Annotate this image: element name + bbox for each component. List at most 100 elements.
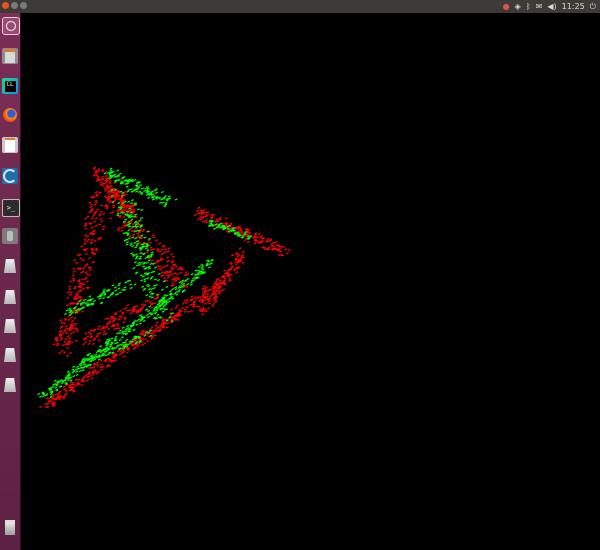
point bbox=[175, 304, 179, 307]
point bbox=[205, 289, 209, 292]
point bbox=[132, 328, 136, 332]
point bbox=[149, 248, 153, 251]
point bbox=[152, 236, 156, 239]
point bbox=[157, 278, 161, 282]
clion-icon[interactable]: CL bbox=[2, 78, 18, 94]
point bbox=[76, 367, 80, 371]
point bbox=[202, 220, 206, 223]
point bbox=[73, 296, 77, 299]
point bbox=[89, 329, 93, 332]
point bbox=[134, 246, 138, 249]
trash-icon[interactable] bbox=[2, 519, 18, 535]
point bbox=[155, 195, 159, 198]
point bbox=[39, 395, 43, 398]
point bbox=[125, 243, 129, 246]
network-icon[interactable]: ◈ bbox=[515, 1, 521, 12]
point bbox=[140, 279, 144, 282]
point bbox=[277, 249, 281, 252]
clock[interactable]: 11:25 bbox=[562, 1, 585, 12]
point bbox=[51, 385, 55, 388]
point-cloud-render[interactable] bbox=[21, 13, 600, 550]
maximize-window-icon[interactable] bbox=[20, 2, 27, 9]
point bbox=[75, 365, 79, 369]
power-icon[interactable]: ⏻ bbox=[590, 1, 596, 12]
point bbox=[104, 354, 108, 357]
text-editor-icon[interactable] bbox=[2, 137, 18, 153]
point bbox=[202, 208, 206, 212]
point bbox=[85, 280, 89, 283]
point bbox=[183, 310, 187, 313]
point bbox=[132, 347, 136, 350]
point bbox=[85, 240, 89, 243]
drive-1-icon[interactable] bbox=[2, 258, 18, 274]
point bbox=[150, 287, 154, 291]
point bbox=[122, 332, 126, 336]
point bbox=[170, 308, 174, 311]
point bbox=[126, 351, 130, 354]
point bbox=[139, 248, 143, 252]
point bbox=[101, 170, 105, 173]
point bbox=[83, 238, 87, 241]
point bbox=[109, 167, 113, 170]
close-window-icon[interactable] bbox=[2, 2, 9, 9]
point bbox=[93, 211, 97, 214]
terminal-icon[interactable]: >_ bbox=[2, 199, 20, 217]
point bbox=[102, 225, 106, 228]
point bbox=[170, 273, 174, 276]
point bbox=[287, 248, 291, 252]
point bbox=[234, 260, 238, 264]
point bbox=[138, 319, 142, 323]
point bbox=[82, 375, 86, 379]
point bbox=[78, 369, 82, 373]
point bbox=[130, 215, 134, 218]
point bbox=[74, 309, 78, 312]
point bbox=[59, 338, 63, 341]
drive-3-icon[interactable] bbox=[2, 318, 18, 334]
point bbox=[93, 220, 97, 223]
minimize-window-icon[interactable] bbox=[11, 2, 18, 9]
point bbox=[100, 220, 104, 223]
point bbox=[149, 300, 153, 304]
point bbox=[79, 257, 83, 260]
dash-home-icon[interactable] bbox=[2, 17, 20, 35]
point bbox=[45, 397, 49, 400]
point bbox=[120, 229, 124, 233]
point bbox=[103, 293, 107, 297]
firefox-icon[interactable] bbox=[2, 107, 18, 123]
point bbox=[152, 284, 156, 287]
point bbox=[61, 331, 65, 335]
point bbox=[96, 335, 100, 338]
point-cloud-viewer[interactable] bbox=[21, 13, 600, 550]
point bbox=[72, 270, 76, 273]
point bbox=[158, 259, 162, 262]
point bbox=[213, 220, 217, 223]
point bbox=[71, 324, 75, 327]
cmake-gui-icon[interactable] bbox=[2, 168, 18, 184]
point bbox=[119, 349, 123, 353]
recording-icon[interactable]: ● bbox=[503, 1, 510, 12]
volume-icon[interactable]: ◀) bbox=[547, 1, 556, 12]
point bbox=[102, 288, 106, 291]
software-updater-icon[interactable] bbox=[2, 228, 18, 244]
point bbox=[201, 298, 205, 301]
point bbox=[90, 217, 94, 220]
point bbox=[63, 322, 67, 325]
point bbox=[272, 241, 276, 244]
point bbox=[92, 174, 96, 177]
files-icon[interactable] bbox=[2, 48, 18, 64]
point bbox=[75, 373, 79, 377]
point bbox=[206, 293, 210, 296]
point bbox=[146, 339, 150, 343]
bluetooth-icon[interactable]: ᛒ bbox=[526, 1, 531, 12]
drive-2-icon[interactable] bbox=[2, 289, 18, 305]
mail-icon[interactable]: ✉ bbox=[536, 1, 543, 12]
point bbox=[160, 248, 164, 251]
point bbox=[212, 299, 216, 303]
point bbox=[110, 337, 114, 340]
point bbox=[267, 248, 271, 251]
point bbox=[99, 345, 103, 348]
drive-5-icon[interactable] bbox=[2, 377, 18, 393]
point bbox=[60, 321, 64, 324]
point bbox=[91, 373, 95, 376]
drive-4-icon[interactable] bbox=[2, 347, 18, 363]
